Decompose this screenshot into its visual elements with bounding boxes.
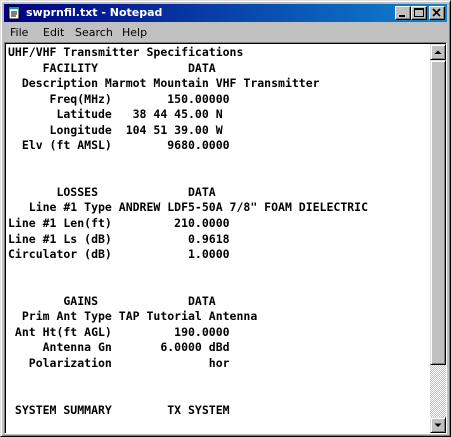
text-editor[interactable]: UHF/VHF Transmitter Specifications FACIL… [4, 42, 447, 434]
menu-bar: File Edit Search Help [4, 23, 447, 42]
menu-search[interactable]: Search [75, 26, 113, 40]
notepad-icon[interactable] [7, 6, 21, 20]
minimize-button[interactable] [395, 6, 411, 20]
scroll-down-button[interactable] [430, 417, 446, 433]
menu-edit[interactable]: Edit [43, 26, 64, 40]
scroll-up-button[interactable] [430, 44, 446, 60]
window-title: swprnfil.txt - Notepad [26, 6, 163, 19]
minimize-icon [399, 15, 405, 17]
vertical-scrollbar[interactable] [430, 44, 446, 433]
maximize-icon [414, 8, 424, 17]
menu-file[interactable]: File [10, 26, 28, 40]
arrow-down-icon [434, 423, 442, 427]
maximize-button[interactable] [411, 6, 427, 20]
arrow-up-icon [434, 50, 442, 54]
menu-help[interactable]: Help [122, 26, 147, 40]
close-button[interactable] [429, 6, 445, 20]
document-text-area[interactable]: UHF/VHF Transmitter Specifications FACIL… [8, 45, 428, 431]
scrollbar-thumb[interactable] [430, 60, 446, 365]
notepad-window: swprnfil.txt - Notepad File Edit Search … [0, 0, 451, 437]
title-bar[interactable]: swprnfil.txt - Notepad [4, 4, 447, 22]
close-icon [432, 8, 441, 17]
document-text[interactable]: UHF/VHF Transmitter Specifications FACIL… [8, 45, 428, 418]
